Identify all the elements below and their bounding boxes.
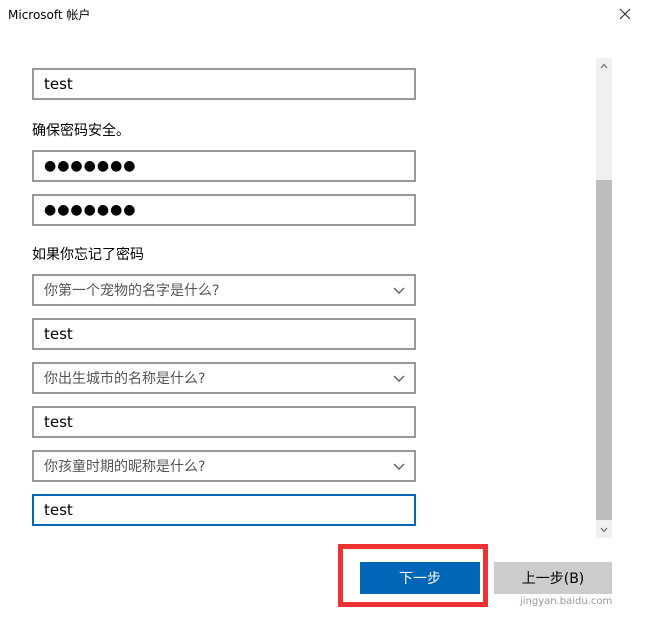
close-icon xyxy=(619,8,631,20)
name-input[interactable]: test xyxy=(32,68,416,100)
close-button[interactable] xyxy=(610,2,640,26)
security-answer-2-input[interactable]: test xyxy=(32,406,416,438)
chevron-up-icon xyxy=(600,63,608,69)
password-heading: 确保密码安全。 xyxy=(32,123,130,139)
security-question-1-select[interactable]: 你第一个宠物的名字是什么? xyxy=(32,274,416,306)
security-answer-3-input[interactable]: test xyxy=(32,494,416,526)
security-question-2-select[interactable]: 你出生城市的名称是什么? xyxy=(32,362,416,394)
title-bar: Microsoft 帐户 xyxy=(0,0,646,30)
confirm-password-input[interactable]: ●●●●●●● xyxy=(32,194,416,226)
chevron-down-icon xyxy=(600,527,608,533)
security-question-3-select[interactable]: 你孩童时期的昵称是什么? xyxy=(32,450,416,482)
back-button[interactable]: 上一步(B) xyxy=(494,562,612,594)
scroll-down-button[interactable] xyxy=(596,522,612,538)
recovery-heading: 如果你忘记了密码 xyxy=(32,247,144,263)
security-question-1-text: 你第一个宠物的名字是什么? xyxy=(44,283,220,299)
window-title: Microsoft 帐户 xyxy=(8,8,91,22)
vertical-scrollbar[interactable] xyxy=(596,58,612,538)
chevron-down-icon xyxy=(393,287,405,294)
watermark-text: jingyan.baidu.com xyxy=(520,596,613,607)
security-question-3-text: 你孩童时期的昵称是什么? xyxy=(44,459,206,475)
security-question-2-text: 你出生城市的名称是什么? xyxy=(44,371,206,387)
scroll-up-button[interactable] xyxy=(596,58,612,74)
scrollbar-thumb[interactable] xyxy=(596,180,612,520)
next-button[interactable]: 下一步 xyxy=(360,562,480,594)
security-answer-1-input[interactable]: test xyxy=(32,318,416,350)
chevron-down-icon xyxy=(393,375,405,382)
chevron-down-icon xyxy=(393,463,405,470)
password-input[interactable]: ●●●●●●● xyxy=(32,150,416,182)
